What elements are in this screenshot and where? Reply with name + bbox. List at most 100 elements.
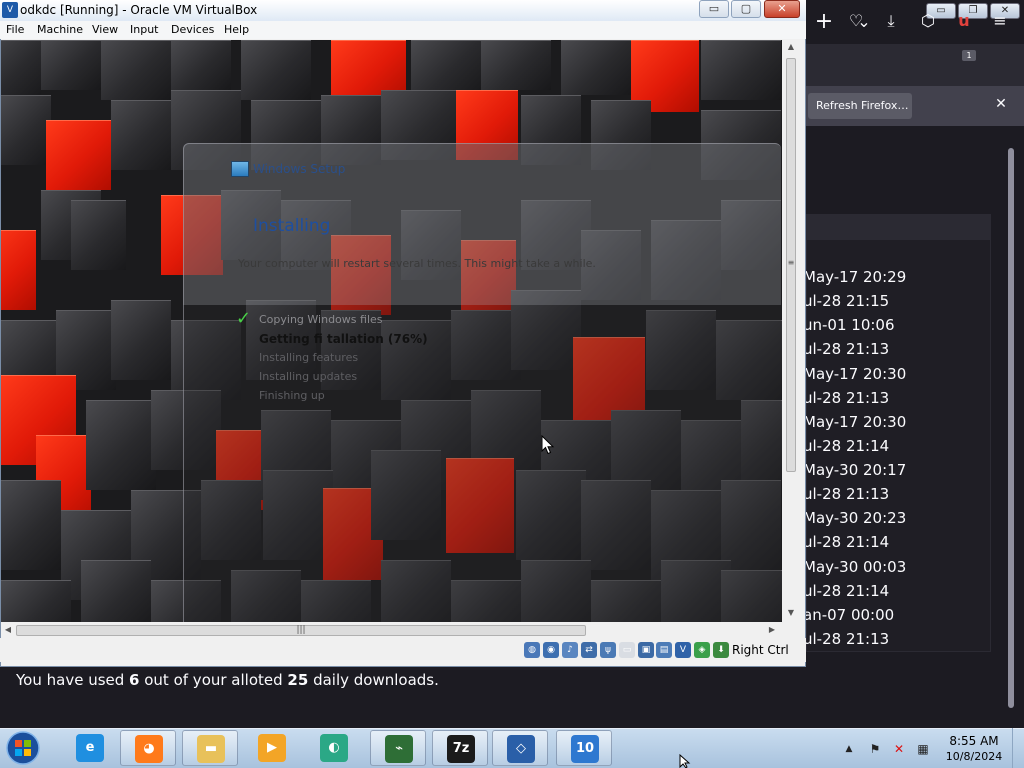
menu-file[interactable]: File [6, 21, 24, 39]
ublock-badge: 1 [962, 50, 976, 61]
menu-input[interactable]: Input [130, 21, 158, 39]
taskbar-button[interactable]: ⌁ [370, 730, 426, 766]
date-cell: ul-28 21:13 [803, 629, 890, 648]
checkmark-icon: ✓ [236, 308, 252, 329]
setup-subtitle: Your computer will restart several times… [238, 257, 596, 270]
guest-additions-icon[interactable]: V [675, 642, 691, 658]
windows-setup-icon [231, 161, 249, 177]
file-explorer-icon: ▬ [197, 735, 225, 763]
virtualbox-icon: ◇ [507, 735, 535, 763]
dark-cube [171, 40, 231, 90]
dark-cube [481, 40, 551, 90]
downloads-used: 6 [129, 671, 140, 689]
taskbar-button[interactable]: ◐ [306, 730, 362, 766]
step-copying-files: Copying Windows files [259, 313, 383, 326]
page-scrollbar-thumb[interactable] [1008, 148, 1014, 708]
clock-time[interactable]: 8:55 AM [940, 733, 1008, 749]
minimize-button[interactable]: ▭ [699, 0, 729, 18]
notification-close-icon[interactable]: ✕ [992, 94, 1010, 114]
mouse-integration-icon[interactable]: ⬇ [713, 642, 729, 658]
scroll-left-arrow-icon[interactable]: ◀ [3, 625, 13, 635]
menu-view[interactable]: View [92, 21, 118, 39]
setup-heading: Installing [253, 216, 331, 236]
cpu-icon[interactable]: ◈ [694, 642, 710, 658]
audio-icon[interactable]: ♪ [562, 642, 578, 658]
date-cell: an-07 00:00 [803, 605, 895, 624]
date-cell: May-17 20:30 [803, 412, 907, 431]
seven-zip-icon: 7z [447, 735, 475, 763]
maximize-button[interactable]: ▢ [731, 0, 761, 18]
menu-help[interactable]: Help [224, 21, 249, 39]
downloads-total: 25 [287, 671, 309, 689]
taskbar-button[interactable]: ▶ [244, 730, 300, 766]
menu-machine[interactable]: Machine [37, 21, 83, 39]
mouse-pointer-icon [541, 435, 555, 455]
window-title: odkdc [Running] - Oracle VM VirtualBox [20, 3, 258, 17]
downloads-middle: out of your alloted [139, 671, 288, 689]
network-tray-icon[interactable]: ▦ [914, 740, 932, 758]
scroll-right-arrow-icon[interactable]: ▶ [767, 625, 777, 635]
date-cell: ul-28 21:15 [803, 292, 890, 311]
taskbar-button[interactable]: 7z [432, 730, 488, 766]
close-button[interactable]: ✕ [764, 0, 800, 18]
step-installing-updates: Installing updates [259, 370, 358, 383]
step-installing-features: Installing features [259, 351, 359, 364]
optical-drive-icon[interactable]: ◉ [543, 642, 559, 658]
dark-cube [241, 40, 311, 100]
dark-cube [1, 95, 51, 165]
file-list-header [806, 214, 991, 240]
taskbar-button[interactable]: ◇ [492, 730, 548, 766]
dark-cube [111, 300, 171, 380]
video-capture-icon[interactable]: ▤ [656, 642, 672, 658]
virtualbox-app-icon[interactable]: V [2, 2, 18, 18]
firefox-icon: ◕ [135, 735, 163, 763]
menu-bar: File Machine View Input Devices Help [0, 21, 806, 39]
host-key-label[interactable]: Right Ctrl [732, 641, 789, 659]
taskbar-button[interactable]: e [62, 730, 118, 766]
display-icon[interactable]: ▣ [638, 642, 654, 658]
scroll-up-arrow-icon[interactable]: ▲ [786, 42, 796, 52]
action-center-icon[interactable]: ⚑ [866, 740, 884, 758]
dark-cube [701, 40, 781, 100]
taskbar-button[interactable]: ▬ [182, 730, 238, 766]
volume-muted-icon[interactable]: ✕ [890, 740, 908, 758]
taskbar-button[interactable]: 10 [556, 730, 612, 766]
date-cell: May-30 20:23 [803, 509, 907, 528]
taskbar-button[interactable]: ◕ [120, 730, 176, 766]
scroll-down-arrow-icon[interactable]: ▼ [786, 608, 796, 618]
dark-cube [1, 580, 71, 622]
ublock-icon[interactable]: u [951, 8, 977, 34]
downloads-quota-text: You have used 6 out of your alloted 25 d… [16, 668, 796, 692]
red-cube [46, 120, 111, 190]
new-tab-button[interactable]: + [810, 6, 838, 38]
date-cell: ul-28 21:13 [803, 388, 890, 407]
shared-folders-icon[interactable]: ▭ [619, 642, 635, 658]
dark-cube [101, 40, 171, 100]
show-hidden-icons-icon[interactable]: ▲ [843, 742, 855, 756]
refresh-firefox-button[interactable]: Refresh Firefox… [808, 93, 912, 119]
zoom-app-icon: ◐ [320, 734, 348, 762]
date-cell: ul-28 21:14 [803, 581, 890, 600]
start-button[interactable] [3, 729, 43, 767]
show-desktop-button[interactable] [1012, 728, 1024, 768]
date-cell: May-17 20:29 [803, 268, 907, 286]
download-icon[interactable]: ⤓ [878, 8, 904, 34]
hard-disk-icon[interactable]: ◍ [524, 642, 540, 658]
date-cell: un-01 10:06 [803, 316, 895, 335]
dark-cube [111, 100, 171, 170]
windows-10-iso-icon: 10 [571, 735, 599, 763]
date-cell: ul-28 21:13 [803, 485, 890, 504]
internet-explorer-icon: e [76, 734, 104, 762]
dark-cube [86, 400, 156, 490]
red-cube [1, 230, 36, 310]
hamburger-menu-icon[interactable]: ≡ [987, 8, 1013, 34]
menu-devices[interactable]: Devices [171, 21, 214, 39]
extensions-icon[interactable]: ⬡ [915, 8, 941, 34]
dark-cube [1, 480, 61, 570]
dark-cube [1, 40, 41, 100]
network-icon[interactable]: ⇄ [581, 642, 597, 658]
usb-icon[interactable]: ψ [600, 642, 616, 658]
date-cell: ul-28 21:13 [803, 340, 890, 359]
pocket-icon[interactable]: ♡ [843, 8, 869, 34]
clock-date[interactable]: 10/8/2024 [940, 750, 1008, 764]
